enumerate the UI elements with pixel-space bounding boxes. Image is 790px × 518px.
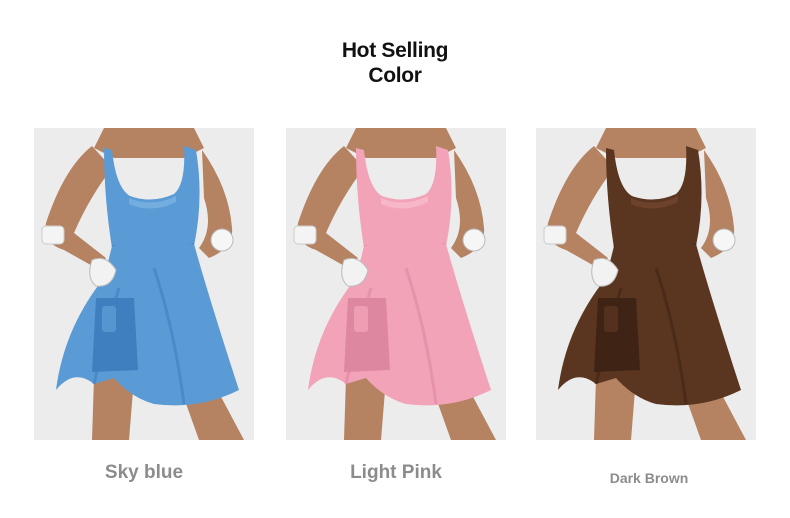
- product-photo-light-pink[interactable]: [286, 128, 506, 440]
- product-photo-sky-blue[interactable]: [34, 128, 254, 440]
- dress-photo-icon: [41, 128, 244, 440]
- color-label-light-pink: Light Pink: [350, 462, 442, 483]
- page-title-line-2: Color: [368, 64, 422, 87]
- product-photo-dark-brown[interactable]: [536, 128, 756, 440]
- page-title: Hot Selling Color: [0, 38, 790, 88]
- color-label-sky-blue: Sky blue: [104, 462, 184, 483]
- dress-photo-icon: [543, 128, 746, 440]
- dress-photo-icon: [293, 128, 496, 440]
- page-title-line-1: Hot Selling: [341, 39, 449, 62]
- color-label-dark-brown: Dark Brown: [609, 470, 689, 486]
